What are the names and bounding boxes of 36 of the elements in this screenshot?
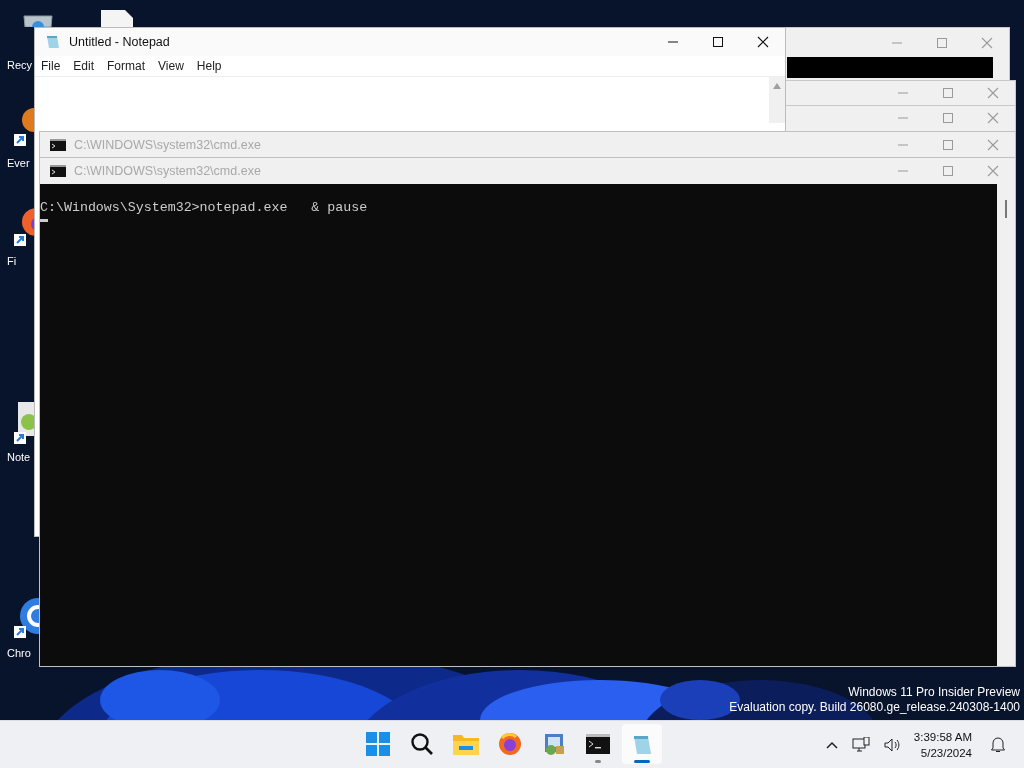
icon-label[interactable]: Recy <box>7 59 33 72</box>
start-icon[interactable] <box>366 732 390 756</box>
terminal-icon <box>50 139 66 151</box>
icon-label[interactable]: Chro <box>7 647 31 660</box>
scroll-up-icon[interactable] <box>773 83 781 89</box>
notepad-icon <box>45 34 61 50</box>
icon-label[interactable]: Ever <box>7 157 30 170</box>
watermark-text: Evaluation copy. Build 26080.ge_release.240308-1400 <box>729 700 1020 715</box>
icon-label[interactable]: Note <box>7 451 31 464</box>
scrollbar[interactable] <box>1005 200 1007 218</box>
menu-item[interactable]: Format <box>107 59 146 73</box>
window-title: Untitled - Notepad <box>69 35 170 49</box>
chevron-up-icon[interactable] <box>825 740 838 749</box>
window-title: C:\WINDOWS\system32\cmd.exe <box>74 164 261 178</box>
clock[interactable]: 3:39:58 AM 5/23/2024 <box>913 728 972 761</box>
shortcut-icon[interactable] <box>14 108 34 148</box>
bell-icon[interactable] <box>990 736 1006 753</box>
volume-icon[interactable] <box>883 737 900 752</box>
menu-item[interactable]: Help <box>196 59 222 73</box>
console-line: C:\Windows\System32>notepad.exe & pause <box>40 199 369 217</box>
maximize-icon[interactable] <box>712 36 724 48</box>
window-title: C:\WINDOWS\system32\cmd.exe <box>74 138 261 152</box>
menu-item[interactable]: Edit <box>73 59 95 73</box>
close-icon[interactable] <box>757 36 769 48</box>
browser-icon[interactable] <box>498 732 522 756</box>
scrollbar[interactable] <box>769 77 785 123</box>
menu-item[interactable]: View <box>158 59 184 73</box>
terminal-icon <box>50 165 66 177</box>
setup-icon[interactable] <box>542 732 566 756</box>
search-icon[interactable] <box>410 732 434 756</box>
terminal-icon[interactable] <box>586 734 610 754</box>
menu-item[interactable]: File <box>41 59 61 73</box>
network-icon[interactable] <box>851 736 870 753</box>
icon-label[interactable]: Fi <box>7 255 17 268</box>
folder-icon[interactable] <box>453 733 479 755</box>
watermark-text: Windows 11 Pro Insider Preview <box>848 685 1020 700</box>
